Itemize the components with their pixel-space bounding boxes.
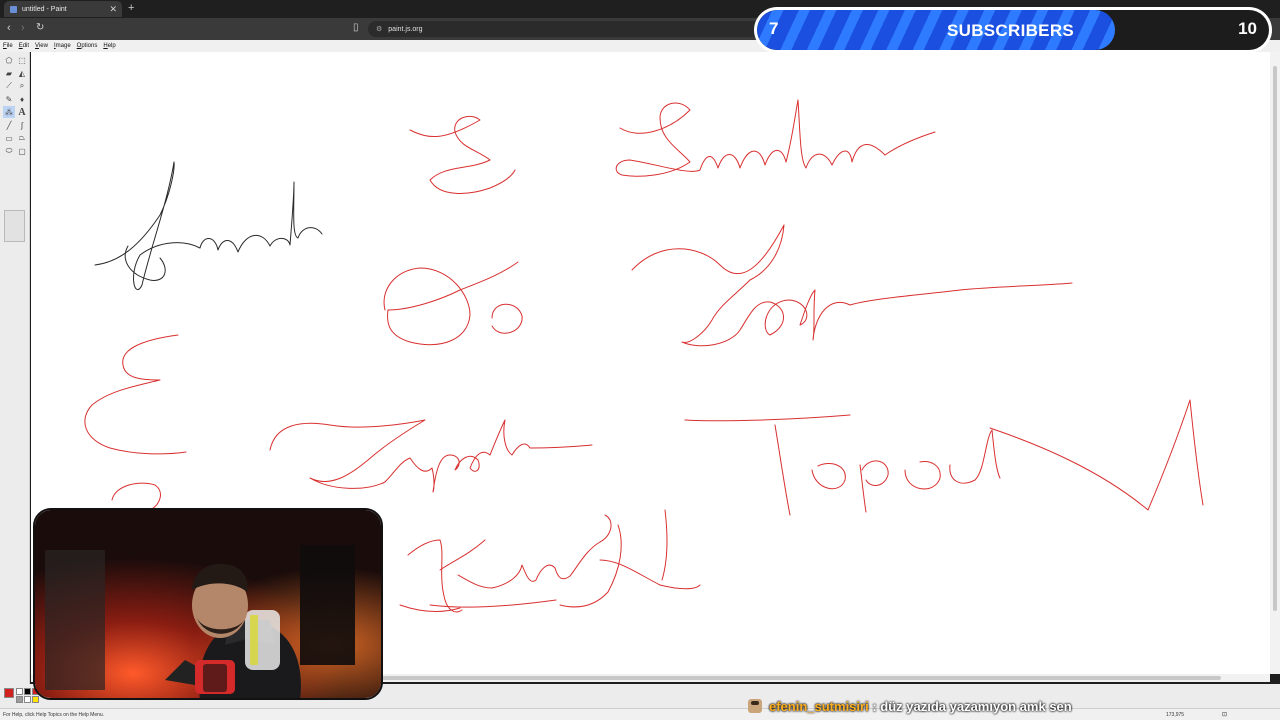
red-stroke-partial-o bbox=[111, 482, 161, 511]
red-stroke-small-circle bbox=[491, 303, 523, 334]
rectangle-tool-icon[interactable]: ▭ bbox=[3, 132, 15, 144]
chat-separator: : bbox=[868, 698, 881, 714]
airbrush-icon[interactable]: ⁂ bbox=[3, 106, 15, 118]
free-select-icon[interactable]: ⬠ bbox=[3, 54, 15, 66]
webcam-scene bbox=[35, 510, 381, 698]
swatch-gray[interactable] bbox=[16, 696, 23, 703]
horizontal-scroll-thumb[interactable] bbox=[371, 676, 1221, 680]
black-stroke-word bbox=[94, 161, 323, 291]
swatch-yellow[interactable] bbox=[32, 696, 39, 703]
status-help-text: For Help, click Help Topics on the Help … bbox=[3, 712, 105, 718]
close-tab-icon[interactable]: ✕ bbox=[109, 4, 117, 15]
red-stroke-selamlar bbox=[615, 99, 936, 177]
select-icon[interactable]: ⬚ bbox=[16, 54, 28, 66]
menu-view[interactable]: View bbox=[35, 43, 48, 49]
menu-edit[interactable]: Edit bbox=[19, 43, 29, 49]
bookmark-icon[interactable]: ▯ bbox=[353, 22, 359, 33]
paint-favicon-icon bbox=[10, 5, 17, 13]
status-bar: For Help, click Help Topics on the Help … bbox=[0, 708, 1280, 720]
browser-tab[interactable]: untitled - Paint ✕ bbox=[4, 1, 122, 17]
menu-file[interactable]: File bbox=[3, 43, 13, 49]
cursor-coordinates: 173,975 bbox=[1166, 712, 1185, 718]
magnifier-icon[interactable]: ⌕ bbox=[16, 80, 28, 92]
reload-icon[interactable]: ↻ bbox=[36, 22, 44, 33]
red-stroke-bubbles bbox=[383, 261, 519, 346]
ellipse-tool-icon[interactable]: ⬭ bbox=[3, 145, 15, 157]
tab-title: untitled - Paint bbox=[22, 5, 67, 13]
primary-color-swatch[interactable] bbox=[4, 688, 14, 698]
url-text: paint.js.org bbox=[388, 25, 423, 33]
line-tool-icon[interactable]: ╱ bbox=[3, 119, 15, 131]
curve-tool-icon[interactable]: ∫ bbox=[16, 119, 28, 131]
subscriber-count: 7 bbox=[769, 19, 779, 38]
swatch-white-2[interactable] bbox=[24, 696, 31, 703]
brush-icon[interactable]: ♦ bbox=[16, 93, 28, 105]
subscriber-goal-overlay: 7 SUBSCRIBERS 10 bbox=[754, 7, 1272, 53]
polygon-tool-icon[interactable]: ⏢ bbox=[16, 132, 28, 144]
selection-size-icon: ⊡ bbox=[1222, 712, 1228, 718]
address-bar[interactable]: ⚙ paint.js.org bbox=[368, 21, 798, 37]
red-stroke-toprak bbox=[269, 419, 593, 493]
red-stroke-e bbox=[84, 334, 187, 455]
forward-arrow-icon[interactable]: › bbox=[21, 22, 25, 34]
site-info-icon[interactable]: ⚙ bbox=[376, 25, 382, 33]
color-picker-icon[interactable]: ⟋ bbox=[3, 80, 15, 92]
chat-username: efenin_sutmisiri bbox=[769, 698, 869, 714]
background-shelf bbox=[300, 545, 355, 665]
subscriber-goal: 10 bbox=[1238, 19, 1257, 38]
red-stroke-toprak2 bbox=[684, 399, 1204, 516]
swatch-black[interactable] bbox=[24, 688, 31, 695]
tool-grid: ⬠ ⬚ ▰ ◭ ⟋ ⌕ ✎ ♦ ⁂ A ╱ ∫ ▭ ⏢ ⬭ ▢ bbox=[3, 54, 28, 157]
text-tool-icon[interactable]: A bbox=[16, 106, 28, 118]
red-stroke-kemal bbox=[399, 509, 701, 613]
back-arrow-icon[interactable]: ‹ bbox=[7, 22, 11, 34]
new-tab-button[interactable]: + bbox=[128, 2, 134, 14]
tool-options-box[interactable] bbox=[4, 210, 25, 242]
rounded-rectangle-tool-icon[interactable]: ▢ bbox=[16, 145, 28, 157]
vertical-scroll-thumb[interactable] bbox=[1273, 66, 1277, 611]
menu-options[interactable]: Options bbox=[77, 43, 98, 49]
red-stroke-top bbox=[631, 224, 1073, 347]
chat-avatar-icon bbox=[748, 699, 762, 713]
red-stroke-g bbox=[409, 116, 516, 194]
background-door bbox=[45, 550, 105, 690]
vertical-scrollbar[interactable] bbox=[1270, 52, 1280, 674]
chat-message: efenin_sutmisiri : düz yazıda yazamıyon … bbox=[748, 697, 1072, 715]
webcam-overlay bbox=[33, 508, 383, 700]
subscriber-goal-track: 7 SUBSCRIBERS 10 bbox=[757, 10, 1269, 50]
menu-help[interactable]: Help bbox=[103, 43, 115, 49]
fill-bucket-icon[interactable]: ◭ bbox=[16, 67, 28, 79]
swatch-white[interactable] bbox=[16, 688, 23, 695]
menu-image[interactable]: Image bbox=[54, 43, 71, 49]
chat-text: düz yazıda yazamıyon amk sen bbox=[880, 698, 1072, 714]
subscriber-label: SUBSCRIBERS bbox=[947, 21, 1075, 40]
eraser-icon[interactable]: ▰ bbox=[3, 67, 15, 79]
paint-toolbox: ⬠ ⬚ ▰ ◭ ⟋ ⌕ ✎ ♦ ⁂ A ╱ ∫ ▭ ⏢ ⬭ ▢ bbox=[0, 52, 30, 684]
pencil-icon[interactable]: ✎ bbox=[3, 93, 15, 105]
